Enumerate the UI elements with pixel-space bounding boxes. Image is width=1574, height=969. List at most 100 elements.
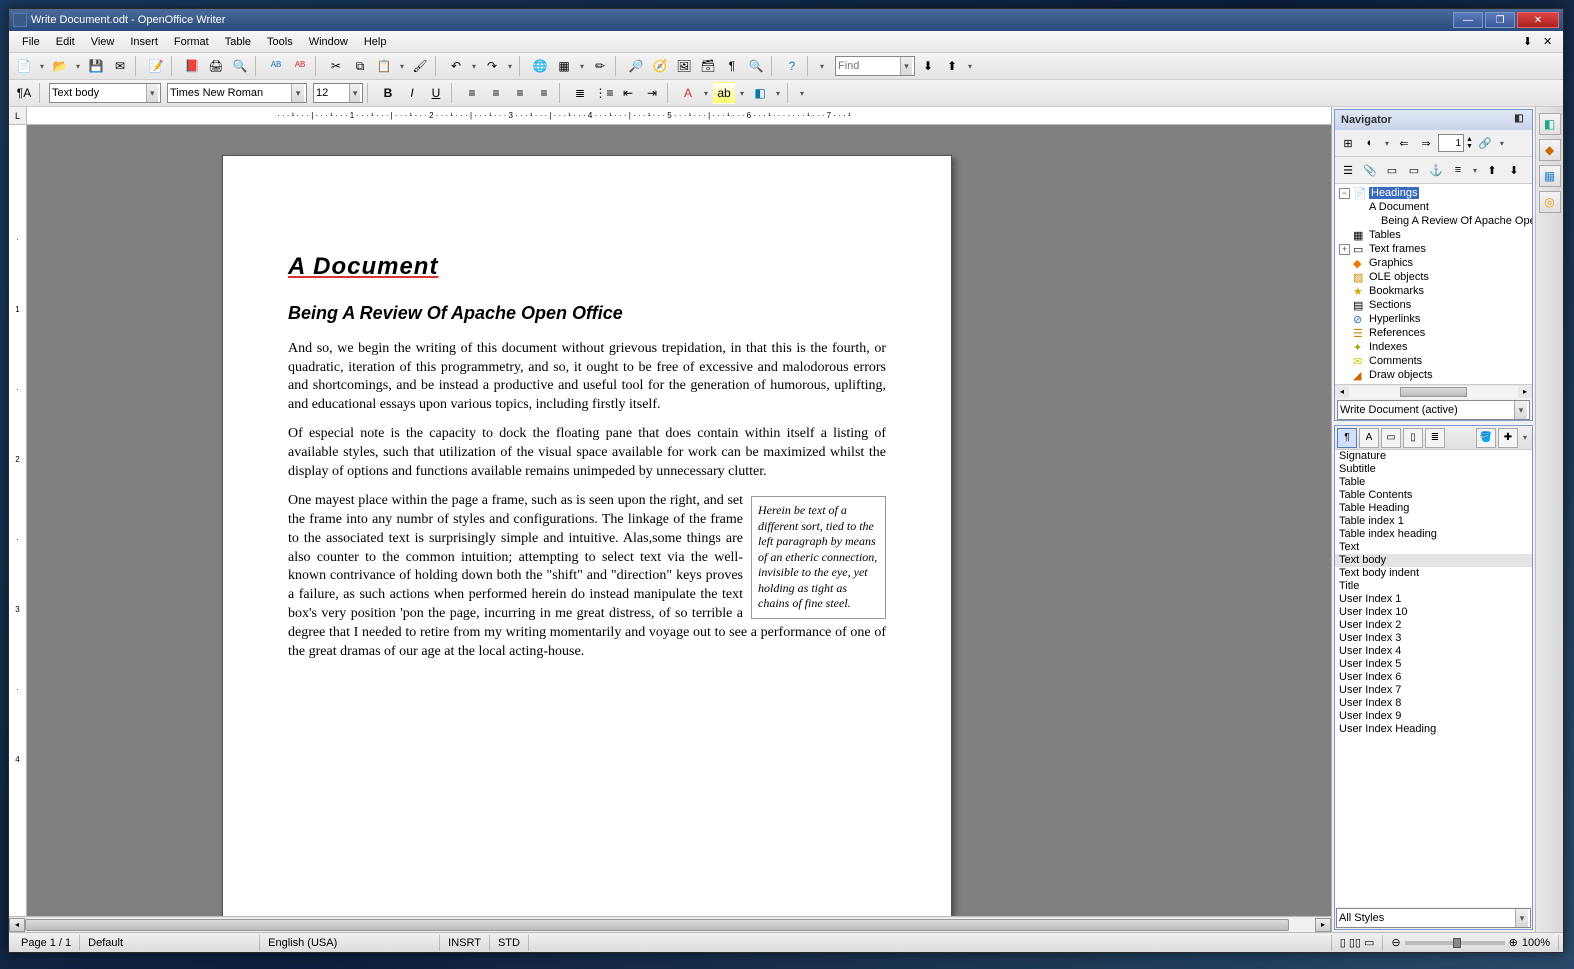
doc-paragraph-2[interactable]: Of especial note is the capacity to dock… bbox=[288, 425, 886, 482]
doc-heading-2[interactable]: Being A Review Of Apache Open Office bbox=[288, 301, 886, 325]
menu-format[interactable]: Format bbox=[167, 34, 216, 50]
style-filter-combo[interactable]: ▾ bbox=[1336, 908, 1531, 928]
horizontal-ruler[interactable]: · · · ¹ · · · | · · · ¹ · · · 1 · · · ¹ … bbox=[27, 107, 1331, 124]
scroll-right-button[interactable]: ▸ bbox=[1315, 918, 1331, 932]
find-replace-button[interactable]: 🔎 bbox=[625, 55, 647, 77]
nav-toggle-button[interactable]: ⊞ bbox=[1338, 133, 1358, 153]
status-zoom[interactable]: ⊖ ⊕ 100% bbox=[1383, 935, 1559, 951]
undo-dropdown[interactable]: ▾ bbox=[469, 62, 479, 71]
doc-heading-1[interactable]: A Document bbox=[288, 251, 886, 283]
text-frame[interactable]: Herein be text of a different sort, tied… bbox=[751, 496, 886, 619]
style-item[interactable]: User Index Heading bbox=[1335, 723, 1532, 736]
style-item[interactable]: Text body bbox=[1335, 554, 1532, 567]
email-button[interactable]: ✉ bbox=[109, 55, 131, 77]
find-toolbar-overflow[interactable]: ▾ bbox=[965, 62, 975, 71]
help-button[interactable]: ? bbox=[781, 55, 803, 77]
align-justify-button[interactable]: ≡ bbox=[533, 82, 555, 104]
vertical-ruler[interactable]: · 1 · 2 · 3 · 4 bbox=[9, 125, 27, 916]
open-dropdown[interactable]: ▾ bbox=[73, 62, 83, 71]
navigator-doc-combo[interactable]: ▾ bbox=[1337, 400, 1530, 420]
nav-anchor-button[interactable]: ⚓ bbox=[1426, 160, 1446, 180]
nav-header-button[interactable]: ▭ bbox=[1382, 160, 1402, 180]
navigator-doc-arrow[interactable]: ▾ bbox=[1514, 401, 1527, 419]
navigator-undock-button[interactable]: ◧ bbox=[1512, 113, 1526, 127]
style-item[interactable]: User Index 9 bbox=[1335, 710, 1532, 723]
table-button[interactable]: ▦ bbox=[553, 55, 575, 77]
page[interactable]: A Document Being A Review Of Apache Open… bbox=[222, 155, 952, 916]
nav-node-h-b[interactable]: Being A Review Of Apache Ope bbox=[1337, 214, 1530, 228]
new-button[interactable]: 📄 bbox=[13, 55, 35, 77]
style-item[interactable]: User Index 7 bbox=[1335, 684, 1532, 697]
status-language[interactable]: English (USA) bbox=[260, 935, 440, 951]
sidebar-tab-properties[interactable]: ◧ bbox=[1539, 113, 1561, 135]
menu-window[interactable]: Window bbox=[302, 34, 355, 50]
nav-node-ole[interactable]: ▨OLE objects bbox=[1337, 270, 1530, 284]
cut-button[interactable]: ✂ bbox=[325, 55, 347, 77]
find-input[interactable] bbox=[838, 60, 900, 72]
highlight-arrow[interactable]: ▾ bbox=[737, 89, 747, 98]
nav-node-graphics[interactable]: ◆Graphics bbox=[1337, 256, 1530, 270]
nav-node-h-a[interactable]: A Document bbox=[1337, 200, 1530, 214]
nav-contentview-button[interactable]: ☰ bbox=[1338, 160, 1358, 180]
nav-set-reminder-button[interactable]: 📎 bbox=[1360, 160, 1380, 180]
nav-scroll-right[interactable]: ▸ bbox=[1518, 387, 1532, 396]
find-combo[interactable]: ▾ bbox=[835, 56, 915, 76]
navigator-doc-input[interactable] bbox=[1340, 404, 1514, 416]
status-style[interactable]: Default bbox=[80, 935, 260, 951]
nav-footer-button[interactable]: ▭ bbox=[1404, 160, 1424, 180]
maximize-button[interactable]: ❐ bbox=[1485, 12, 1515, 28]
toolbar-overflow[interactable]: ▾ bbox=[817, 62, 827, 71]
preview-button[interactable]: 🔍 bbox=[229, 55, 251, 77]
autospell-button[interactable]: ᴬᴮ bbox=[289, 55, 311, 77]
nav-node-sections[interactable]: ▤Sections bbox=[1337, 298, 1530, 312]
font-size-input[interactable] bbox=[316, 87, 349, 99]
expand-icon[interactable]: + bbox=[1339, 244, 1350, 255]
spellcheck-button[interactable]: ᴬᴮ bbox=[265, 55, 287, 77]
nav-page-up[interactable]: ▲ bbox=[1466, 136, 1473, 143]
style-item[interactable]: Table index 1 bbox=[1335, 515, 1532, 528]
redo-button[interactable]: ↷ bbox=[481, 55, 503, 77]
new-dropdown[interactable]: ▾ bbox=[37, 62, 47, 71]
copy-button[interactable]: ⧉ bbox=[349, 55, 371, 77]
style-item[interactable]: Table Heading bbox=[1335, 502, 1532, 515]
nav-prev-button[interactable]: ⇐ bbox=[1394, 133, 1414, 153]
nav-on-off-button[interactable]: ◐ bbox=[1360, 133, 1380, 153]
underline-button[interactable]: U bbox=[425, 82, 447, 104]
zoom-slider[interactable] bbox=[1405, 941, 1505, 945]
nav-node-tables[interactable]: ▦Tables bbox=[1337, 228, 1530, 242]
navigator-button[interactable]: 🧭 bbox=[649, 55, 671, 77]
menu-insert[interactable]: Insert bbox=[123, 34, 165, 50]
new-style-button[interactable]: ✚ bbox=[1498, 428, 1518, 448]
sidebar-tab-navigator[interactable]: ◎ bbox=[1539, 191, 1561, 213]
scroll-left-button[interactable]: ◂ bbox=[9, 918, 25, 932]
nav-node-textframes[interactable]: +▭Text frames bbox=[1337, 242, 1530, 256]
status-view-layout[interactable]: ▯ ▯▯ ▭ bbox=[1332, 935, 1384, 951]
zoom-in-icon[interactable]: ⊕ bbox=[1509, 935, 1518, 951]
paragraph-style-combo[interactable]: ▾ bbox=[49, 83, 161, 103]
hyperlink-button[interactable]: 🌐 bbox=[529, 55, 551, 77]
collapse-icon[interactable]: − bbox=[1339, 188, 1350, 199]
style-item[interactable]: Table bbox=[1335, 476, 1532, 489]
style-filter-input[interactable] bbox=[1339, 912, 1515, 924]
nav-onoff-arrow[interactable]: ▾ bbox=[1382, 139, 1392, 148]
style-item[interactable]: User Index 5 bbox=[1335, 658, 1532, 671]
align-center-button[interactable]: ≡ bbox=[485, 82, 507, 104]
format-paintbrush-button[interactable]: 🖌 bbox=[409, 55, 431, 77]
menu-edit[interactable]: Edit bbox=[49, 34, 82, 50]
align-right-button[interactable]: ≡ bbox=[509, 82, 531, 104]
font-name-combo[interactable]: ▾ bbox=[167, 83, 307, 103]
update-icon[interactable]: ⬇ bbox=[1523, 35, 1537, 49]
doc-paragraph-1[interactable]: And so, we begin the writing of this doc… bbox=[288, 340, 886, 416]
style-item[interactable]: Text bbox=[1335, 541, 1532, 554]
font-size-combo[interactable]: ▾ bbox=[313, 83, 363, 103]
status-insert-mode[interactable]: INSRT bbox=[440, 935, 490, 951]
table-dropdown[interactable]: ▾ bbox=[577, 62, 587, 71]
find-dropdown-arrow[interactable]: ▾ bbox=[900, 57, 912, 75]
open-button[interactable]: 📂 bbox=[49, 55, 71, 77]
nav-page-input[interactable] bbox=[1438, 134, 1464, 152]
style-item[interactable]: User Index 2 bbox=[1335, 619, 1532, 632]
fill-format-button[interactable]: 🪣 bbox=[1476, 428, 1496, 448]
bullets-button[interactable]: ⋮≡ bbox=[593, 82, 615, 104]
align-left-button[interactable]: ≡ bbox=[461, 82, 483, 104]
frame-styles-button[interactable]: ▭ bbox=[1381, 428, 1401, 448]
